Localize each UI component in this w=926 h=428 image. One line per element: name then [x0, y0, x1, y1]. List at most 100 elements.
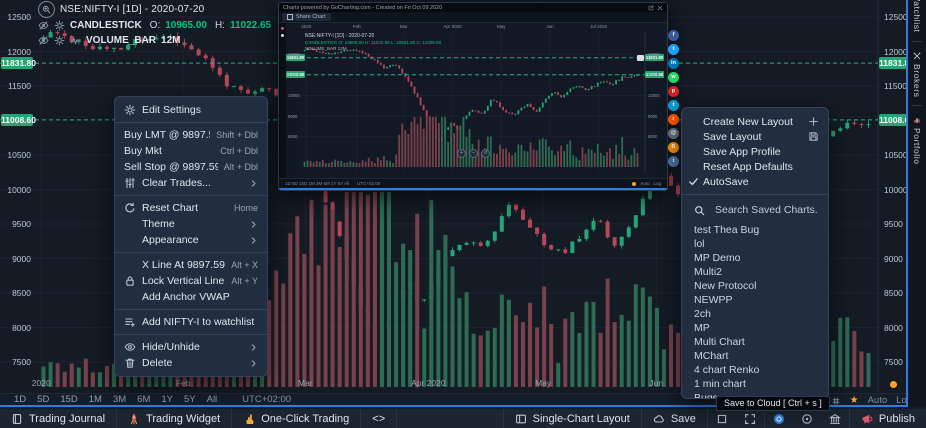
target-button[interactable]	[793, 409, 821, 428]
menu-divider	[115, 309, 267, 310]
sidebar-tab-watchlist[interactable]: Watchlist	[908, 0, 926, 40]
timezone-label[interactable]: UTC+02:00	[242, 394, 291, 405]
eye-icon	[124, 341, 136, 353]
timeframe-button[interactable]: 15D	[60, 394, 77, 405]
timeframe-button[interactable]: 1D	[14, 394, 26, 405]
sidebar-tab-brokers[interactable]: Brokers	[908, 43, 926, 105]
menu-divider	[115, 252, 267, 253]
context-menu-item[interactable]: Sell Stop @ 9897.59Alt + Dbl	[115, 159, 267, 175]
trading-journal-button[interactable]: Trading Journal	[0, 409, 117, 428]
save-button[interactable]: Save	[641, 409, 707, 428]
context-menu-item[interactable]: Hide/Unhide	[115, 339, 267, 355]
tab-divider	[912, 41, 922, 42]
context-menu-item[interactable]: Buy LMT @ 9897.59Shift + Dbl	[115, 127, 267, 143]
hide-volume-icon[interactable]	[38, 35, 49, 46]
context-menu-item[interactable]: X Line At 9897.59Alt + X	[115, 257, 267, 273]
blogger-share-button[interactable]: B	[668, 142, 679, 153]
layout-menu-item[interactable]: Save App Profile	[682, 144, 828, 159]
camera-button[interactable]	[764, 409, 793, 428]
hide-study-icon[interactable]	[38, 20, 49, 31]
mini-time-axis-label: Jun	[546, 24, 553, 29]
whatsapp-share-button[interactable]: w	[668, 72, 679, 83]
expand-button[interactable]	[736, 409, 764, 428]
mini-price-axis-tick: 8000	[288, 134, 297, 139]
popup-tab-share-chart[interactable]: Share Chart	[282, 13, 331, 21]
saved-chart-item[interactable]: test Thea Bug	[682, 223, 828, 237]
popup-open-external-icon[interactable]	[648, 5, 654, 11]
saved-chart-item[interactable]: NEWPP	[682, 293, 828, 307]
linkedin-share-button[interactable]: in	[668, 58, 679, 69]
saved-chart-item[interactable]: 1 min chart	[682, 377, 828, 391]
layout-menu-item[interactable]: Create New Layout	[682, 114, 828, 129]
bank-button[interactable]	[821, 409, 849, 428]
timeframe-button[interactable]: All	[207, 394, 218, 405]
timeframe-button[interactable]: 6M	[137, 394, 150, 405]
single-chart-layout-button[interactable]: Single-Chart Layout	[503, 409, 641, 428]
sidebar-tab-portfolio[interactable]: Portfolio	[908, 107, 926, 172]
sliders-icon	[124, 177, 136, 189]
context-menu-item[interactable]: Buy MktCtrl + Dbl	[115, 143, 267, 159]
reddit-share-button[interactable]: r	[668, 114, 679, 125]
saved-chart-item[interactable]: 4 chart Renko	[682, 363, 828, 377]
mini-price-axis-tick: 9000	[288, 114, 297, 119]
grid-settings-icon[interactable]	[831, 396, 841, 406]
context-menu-item[interactable]: Clear Trades...	[115, 175, 267, 191]
timeframe-button[interactable]: 5D	[37, 394, 49, 405]
mini-symbol-line: NSE:NIFTY-I [1D] - 2020-07-20	[305, 33, 441, 40]
context-menu-item[interactable]: Add NIFTY-I to watchlist	[115, 314, 267, 330]
layout-menu: Create New LayoutSave LayoutSave App Pro…	[681, 107, 829, 399]
menu-divider	[115, 195, 267, 196]
timeframe-button[interactable]: 3M	[113, 394, 126, 405]
saved-chart-item[interactable]: MP Demo	[682, 251, 828, 265]
trading-widget-button[interactable]: Trading Widget	[117, 409, 232, 428]
symbol-title[interactable]: NSE:NIFTY-I [1D] - 2020-07-20	[60, 4, 204, 15]
context-menu-item[interactable]: Add Anchor VWAP	[115, 289, 267, 305]
saved-chart-item[interactable]: lol	[682, 237, 828, 251]
saved-chart-item[interactable]: New Protocol	[682, 279, 828, 293]
context-menu-item[interactable]: Lock Vertical LineAlt + Y	[115, 273, 267, 289]
telegram-share-button[interactable]: t	[668, 100, 679, 111]
floppy-icon	[808, 131, 819, 142]
popup-close-icon[interactable]	[657, 5, 663, 11]
saved-charts-search[interactable]	[682, 200, 828, 223]
context-menu-item[interactable]: Edit Settings	[115, 102, 267, 118]
layout-menu-item[interactable]: Reset App Defaults	[682, 159, 828, 174]
saved-chart-item[interactable]: MChart	[682, 349, 828, 363]
popup-chart-preview[interactable]: 2020FebMarApr 2020MayJunJul 2020 NSE:NIF…	[279, 23, 667, 190]
pinterest-share-button[interactable]: p	[668, 86, 679, 97]
context-menu-item[interactable]: Delete	[115, 355, 267, 371]
timeframe-button[interactable]: 5Y	[184, 394, 196, 405]
one-click-trading-button[interactable]: One-Click Trading	[232, 409, 361, 428]
saved-chart-item[interactable]: MP	[682, 321, 828, 335]
layout-menu-item[interactable]: AutoSave	[682, 174, 828, 189]
search-input[interactable]	[713, 203, 825, 217]
timeframe-button[interactable]: 1M	[89, 394, 102, 405]
menu-item-label: Edit Settings	[142, 104, 258, 116]
-button[interactable]: <>	[361, 409, 397, 428]
saved-chart-item[interactable]: Multi2	[682, 265, 828, 279]
publish-button[interactable]: Publish	[849, 409, 926, 428]
facebook-share-button[interactable]: f	[668, 30, 679, 41]
mini-zoom-controls[interactable]: +−↺	[457, 149, 490, 158]
mini-camera-icon[interactable]	[637, 55, 644, 61]
context-menu-item[interactable]: Appearance	[115, 232, 267, 248]
tumblr-share-button[interactable]: t	[668, 156, 679, 167]
context-menu-item[interactable]: Theme	[115, 216, 267, 232]
layout-menu-item[interactable]: Save Layout	[682, 129, 828, 144]
square-button[interactable]	[707, 409, 736, 428]
twitter-share-button[interactable]: t	[668, 44, 679, 55]
submenu-arrow-icon	[249, 236, 258, 245]
saved-chart-item[interactable]: Multi Chart	[682, 335, 828, 349]
study-settings-icon[interactable]	[54, 20, 65, 31]
favorite-star-icon[interactable]: ★	[850, 396, 859, 406]
timeframe-button[interactable]: 1Y	[161, 394, 173, 405]
saved-chart-item[interactable]: 2ch	[682, 307, 828, 321]
zoom-icon[interactable]	[38, 1, 55, 18]
mini-price-axis-tick: 12000	[648, 52, 660, 57]
email-share-button[interactable]: @	[668, 128, 679, 139]
volume-settings-icon[interactable]	[54, 35, 65, 46]
volume-study-value: 12M	[161, 35, 180, 46]
auto-scale-toggle[interactable]: Auto	[868, 395, 888, 406]
context-menu-item[interactable]: Reset ChartHome	[115, 200, 267, 216]
button-label: One-Click Trading	[261, 413, 349, 425]
